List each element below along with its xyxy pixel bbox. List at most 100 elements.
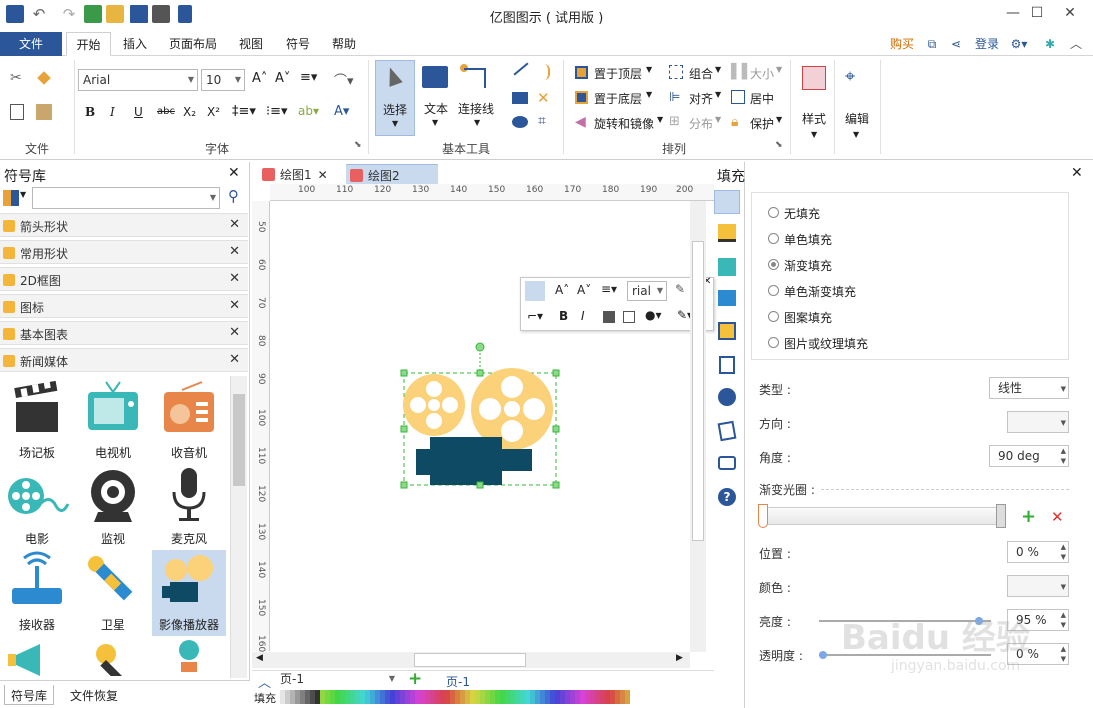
symbol-radio[interactable]: 收音机 xyxy=(152,378,226,464)
line-icon[interactable] xyxy=(513,62,529,76)
shadow-panel-icon[interactable] xyxy=(718,258,736,276)
opacity-spinner[interactable]: 0 % ▲ ▼ xyxy=(1007,643,1069,665)
grow-font-icon[interactable]: A˄ xyxy=(252,71,267,86)
bold-button[interactable]: B xyxy=(85,105,95,119)
tab-symbol[interactable]: 符号 xyxy=(279,32,317,56)
grow-font-icon[interactable]: A˄ xyxy=(555,283,569,297)
center-button[interactable]: 居中 xyxy=(750,90,774,107)
fill-panel-icon[interactable] xyxy=(714,190,740,214)
scrollbar-thumb[interactable] xyxy=(692,241,704,541)
size-button[interactable]: 大小 xyxy=(750,65,774,82)
library-row-media[interactable]: 新闻媒体 ✕ xyxy=(0,348,248,372)
ellipse-icon[interactable] xyxy=(512,116,528,128)
shrink-font-icon[interactable]: A˅ xyxy=(275,71,290,86)
cursor-icon[interactable] xyxy=(525,281,545,301)
color-select[interactable]: ▼ xyxy=(1007,575,1069,597)
connector-tool-label[interactable]: 连接线 xyxy=(458,100,494,117)
tab-file-recovery[interactable]: 文件恢复 xyxy=(70,687,118,704)
brightness-spinner[interactable]: 95 % ▲ ▼ xyxy=(1007,609,1069,631)
connector-icon[interactable]: ⌐▾ xyxy=(527,309,543,323)
bring-front-button[interactable]: 置于顶层 xyxy=(594,65,642,82)
rotate-mirror-button[interactable]: 旋转和镜像 xyxy=(594,115,654,132)
underline-button[interactable]: U xyxy=(134,105,143,119)
scrollbar-thumb[interactable] xyxy=(414,653,526,667)
bold-button[interactable]: B xyxy=(559,309,568,323)
distribute-button[interactable]: 分布 xyxy=(689,115,713,132)
symbol-tv-station[interactable] xyxy=(152,636,226,676)
remove-stop-icon[interactable]: ✕ xyxy=(1051,508,1064,526)
library-row-common[interactable]: 常用形状 ✕ xyxy=(0,240,248,264)
library-row-icons[interactable]: 图标 ✕ xyxy=(0,294,248,318)
symbol-tv[interactable]: 电视机 xyxy=(76,378,150,464)
strikethrough-button[interactable]: abc xyxy=(157,106,175,117)
gradient-bar[interactable] xyxy=(758,504,1006,528)
page-select[interactable]: 页-1 ▼ xyxy=(276,671,398,689)
style-icon[interactable] xyxy=(802,66,826,90)
tab-symbol-library[interactable]: 符号库 xyxy=(4,685,55,705)
send-back-button[interactable]: 置于底层 xyxy=(594,90,642,107)
crop-icon[interactable]: ⌗ xyxy=(538,113,546,129)
angle-spinner[interactable]: 90 deg ▲ ▼ xyxy=(989,445,1069,467)
symbol-satellite[interactable]: 卫星 xyxy=(76,550,150,636)
font-color-icon[interactable]: A▾ xyxy=(334,104,349,119)
symbol-film[interactable]: 电影 xyxy=(0,464,74,550)
tab-page-layout[interactable]: 页面布局 xyxy=(165,32,221,56)
opacity-thumb[interactable] xyxy=(819,651,827,659)
paragraph-spacing-icon[interactable]: ‡≡▾ xyxy=(232,104,256,119)
close-library-icon[interactable]: ✕ xyxy=(228,165,240,181)
collapse-ribbon-icon[interactable]: ︿ xyxy=(1066,32,1086,56)
symbol-video-player[interactable]: 影像播放器 xyxy=(152,550,226,636)
tab-insert[interactable]: 插入 xyxy=(115,32,155,56)
tab-view[interactable]: 视图 xyxy=(232,32,270,56)
style-button[interactable]: 样式 xyxy=(802,110,826,127)
scrollbar-thumb[interactable] xyxy=(233,394,245,486)
curve-icon[interactable] xyxy=(538,64,550,80)
video-player-shape[interactable] xyxy=(400,341,560,491)
page-panel-icon[interactable] xyxy=(719,356,735,374)
layer-panel-icon[interactable] xyxy=(718,322,736,340)
close-window-button[interactable]: ✕ xyxy=(1047,0,1093,28)
group-button[interactable]: 组合 xyxy=(689,65,713,82)
tab-help[interactable]: 帮助 xyxy=(325,32,363,56)
line-panel-icon[interactable] xyxy=(718,224,736,242)
comment-panel-icon[interactable] xyxy=(718,456,736,470)
scissors-icon[interactable]: ✂ xyxy=(10,70,26,86)
search-icon[interactable]: ⚲ xyxy=(228,187,239,205)
highlight-icon[interactable]: ab▾ xyxy=(298,104,319,118)
align-button[interactable]: 对齐 xyxy=(689,90,713,107)
tab-home[interactable]: 开始 xyxy=(66,32,111,56)
add-page-icon[interactable]: + xyxy=(408,669,422,689)
text-tool-icon[interactable] xyxy=(422,66,448,88)
close-panel-icon[interactable]: ✕ xyxy=(1071,165,1083,181)
radio-gradient-fill[interactable] xyxy=(768,259,779,270)
copy-icon[interactable] xyxy=(10,104,24,120)
drawing-canvas[interactable] xyxy=(270,201,690,652)
format-painter-icon[interactable] xyxy=(37,71,51,85)
shadow-icon[interactable]: ●▾ xyxy=(645,308,662,322)
library-row-2d[interactable]: 2D框图 ✕ xyxy=(0,267,248,291)
help-icon[interactable]: ? xyxy=(718,488,736,506)
color-palette[interactable] xyxy=(280,690,636,704)
library-search-input[interactable]: ▼ xyxy=(32,187,220,209)
format-painter-icon[interactable]: ✎ xyxy=(675,282,685,296)
page-nav-up-icon[interactable]: ︿ xyxy=(258,672,271,691)
horizontal-scrollbar[interactable]: ◀ ▶ xyxy=(252,652,690,668)
floating-font-select[interactable]: rial ▼ xyxy=(627,281,667,301)
settings-icon[interactable]: ⚙▾ xyxy=(1006,32,1032,56)
add-stop-icon[interactable]: + xyxy=(1021,506,1036,527)
direction-select[interactable]: ▼ xyxy=(1007,411,1069,433)
symbol-webcam[interactable]: 监视 xyxy=(76,464,150,550)
symbol-megaphone[interactable] xyxy=(0,636,74,676)
font-family-select[interactable]: Arial ▼ xyxy=(78,69,198,91)
group-icon[interactable] xyxy=(623,311,635,323)
select-tool-button[interactable]: 选择 ▼ xyxy=(375,60,415,136)
file-tab[interactable]: 文件 xyxy=(0,32,62,56)
gradient-stop-right[interactable] xyxy=(996,504,1006,528)
symbol-receiver[interactable]: 接收器 xyxy=(0,550,74,636)
cross-icon[interactable]: ✕ xyxy=(537,89,553,107)
text-tool-label[interactable]: 文本 xyxy=(424,100,448,117)
position-spinner[interactable]: 0 % ▲ ▼ xyxy=(1007,541,1069,563)
library-menu-icon[interactable] xyxy=(3,190,19,206)
binoculars-icon[interactable]: ⌖ xyxy=(845,66,869,88)
font-size-select[interactable]: 10 ▼ xyxy=(201,69,245,91)
